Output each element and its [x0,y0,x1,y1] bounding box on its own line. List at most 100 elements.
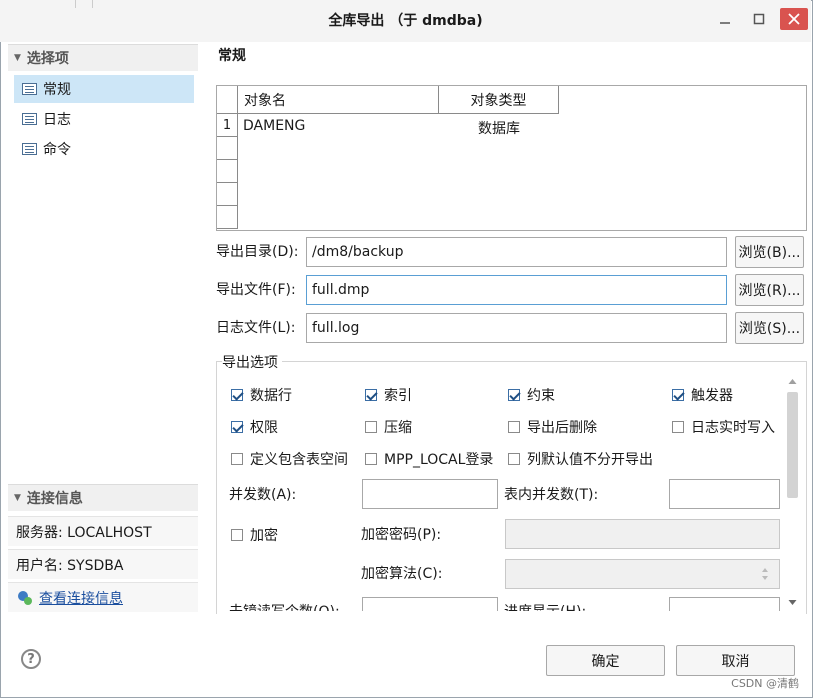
list-icon [22,143,37,155]
options-scroll-area: 数据行 索引 约束 触发器 权限 压缩 导出后删除 日志实时写入 定义包含表空间… [216,373,786,611]
checkbox-box [508,453,520,465]
checkbox-box [365,389,377,401]
cut-off-right-input[interactable] [669,597,780,611]
window-title: 全库导出 （于 dmdba) [328,13,483,29]
view-connection-link[interactable]: 查看连接信息 [39,588,123,608]
connection-section-header[interactable]: ▼ 连接信息 [8,484,198,511]
checkbox-compress[interactable]: 压缩 [365,416,412,438]
export-dir-input[interactable]: /dm8/backup [306,237,727,267]
cancel-button[interactable]: 取消 [676,645,795,676]
collapse-triangle-icon: ▼ [14,53,21,63]
encrypt-password-label: 加密密码(P): [361,527,442,543]
checkbox-box [365,453,377,465]
checkbox-label: 约束 [527,388,555,404]
connection-section-label: 连接信息 [26,491,83,507]
row-number: 1 [217,114,238,137]
table-cell-type[interactable]: 数据库 [439,118,559,138]
checkbox-tablespace[interactable]: 定义包含表空间 [231,448,348,470]
checkbox-mpp-local[interactable]: MPP_LOCAL登录 [365,448,493,470]
ok-button[interactable]: 确定 [546,645,665,676]
cut-off-left-input[interactable] [362,597,498,611]
maximize-button[interactable] [745,8,773,30]
table-parallel-input[interactable] [669,479,780,509]
checkbox-label: 数据行 [250,388,292,404]
collapse-triangle-icon: ▼ [14,493,21,503]
table-cell-name[interactable]: DAMENG [243,118,305,134]
list-icon [22,83,37,95]
encrypt-algorithm-label: 加密算法(C): [361,566,443,582]
checkbox-label: 导出后删除 [527,420,597,436]
page-title: 常规 [218,48,246,64]
encrypt-algorithm-select[interactable] [505,559,780,589]
minimize-button[interactable] [711,8,739,30]
scroll-up-icon[interactable] [788,378,797,385]
checkbox-default-separate[interactable]: 列默认值不分开导出 [508,448,653,470]
server-info: 服务器: LOCALHOST [8,516,198,546]
checkbox-box [672,421,684,433]
checkbox-grant[interactable]: 权限 [231,416,278,438]
checkbox-index[interactable]: 索引 [365,384,412,406]
view-connection-row: 查看连接信息 [8,582,198,612]
spinner-arrows-icon [762,568,768,580]
checkbox-box [365,421,377,433]
log-file-input[interactable]: full.log [306,313,727,343]
column-header-type[interactable]: 对象类型 [439,86,559,114]
export-file-input[interactable]: full.dmp [306,275,727,305]
checkbox-label: 索引 [384,388,412,404]
checkbox-label: 加密 [250,528,278,544]
checkbox-box [672,389,684,401]
row-number [217,160,238,183]
nav-item-label: 日志 [43,112,71,128]
nav-item-label: 命令 [43,142,71,158]
help-button[interactable]: ? [21,649,41,669]
checkbox-box [231,529,243,541]
checkbox-label: 日志实时写入 [691,420,775,436]
nav-item-log[interactable]: 日志 [14,105,194,133]
maximize-icon [753,13,765,25]
checkbox-box [231,389,243,401]
parallel-label: 并发数(A): [229,487,297,503]
objects-table: 对象名 对象类型 1 DAMENG 数据库 [216,85,807,231]
checkbox-box [231,421,243,433]
export-file-label: 导出文件(F): [216,282,296,298]
checkbox-label: 触发器 [691,388,733,404]
checkbox-rows[interactable]: 数据行 [231,384,292,406]
column-header-name[interactable]: 对象名 [238,86,439,114]
close-button[interactable] [780,8,808,30]
row-number [217,206,238,229]
browse-log-button[interactable]: 浏览(S)... [735,312,804,344]
connection-icon [18,590,32,605]
checkbox-constraint[interactable]: 约束 [508,384,555,406]
checkbox-log-realtime[interactable]: 日志实时写入 [672,416,775,438]
table-corner [217,86,238,114]
browse-dir-button[interactable]: 浏览(B)... [735,236,804,268]
export-options-title: 导出选项 [222,352,282,372]
log-file-label: 日志文件(L): [216,320,296,336]
cut-off-right-label: 进度显示(H): [504,601,586,611]
nav-item-general[interactable]: 常规 [14,75,194,103]
parallel-input[interactable] [362,479,498,509]
table-parallel-label: 表内并发数(T): [504,487,599,503]
checkbox-trigger[interactable]: 触发器 [672,384,733,406]
options-section-label: 选择项 [26,51,69,67]
user-info: 用户名: SYSDBA [8,549,198,579]
scroll-down-icon[interactable] [788,599,797,606]
minimize-icon [720,22,730,24]
nav-item-command[interactable]: 命令 [14,135,194,163]
list-icon [22,113,37,125]
browse-file-button[interactable]: 浏览(R)... [735,274,804,306]
nav-item-label: 常规 [43,82,71,98]
checkbox-box [508,389,520,401]
row-number [217,137,238,160]
scrollbar-thumb[interactable] [787,392,798,498]
checkbox-encrypt[interactable]: 加密 [231,524,278,546]
checkbox-label: 定义包含表空间 [250,452,348,468]
export-dir-label: 导出目录(D): [216,244,299,260]
checkbox-label: 列默认值不分开导出 [527,452,653,468]
window-edge-decoration [75,0,93,8]
checkbox-delete-after-export[interactable]: 导出后删除 [508,416,597,438]
cut-off-left-label: 未镜读写个数(O): [229,601,340,611]
options-section-header[interactable]: ▼ 选择项 [8,44,198,71]
checkbox-label: MPP_LOCAL登录 [384,452,494,468]
encrypt-password-input[interactable] [505,519,780,549]
